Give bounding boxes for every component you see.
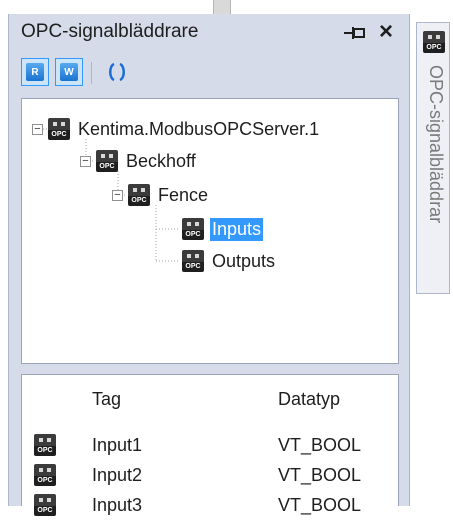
close-button[interactable]: ×: [373, 19, 399, 45]
opc-tag-icon: OPC: [34, 464, 56, 486]
read-button[interactable]: R: [21, 58, 49, 86]
toolbar: R W: [9, 52, 409, 96]
refresh-icon: [109, 62, 125, 82]
tree-node-outputs[interactable]: OPC Outputs: [182, 247, 277, 275]
tree-view[interactable]: − OPC Kentima.ModbusOPCServer.1 − OPC Be…: [21, 98, 399, 364]
toolbar-separator: [91, 62, 92, 84]
tree-node-fence[interactable]: − OPC Fence: [112, 181, 210, 209]
cell-datatype: VT_BOOL: [278, 465, 362, 485]
column-header-datatype[interactable]: Datatyp: [278, 389, 340, 410]
title-bar: OPC-signalbläddrare ×: [9, 14, 409, 50]
tree-node-inputs[interactable]: OPC Inputs: [182, 215, 264, 243]
refresh-button[interactable]: [103, 58, 131, 86]
side-tab-label: OPC-signalbläddrar: [426, 65, 446, 224]
pin-icon: [344, 27, 365, 39]
signal-list[interactable]: Tag Datatyp OPC Input1 VT_BOOL OPC Input…: [21, 374, 399, 516]
tree-node-label-selected: Inputs: [210, 217, 264, 241]
write-button[interactable]: W: [55, 58, 83, 86]
collapse-icon[interactable]: −: [112, 189, 123, 201]
window-top-strip: [0, 0, 453, 14]
tree-node-label: Kentima.ModbusOPCServer.1: [78, 118, 320, 139]
collapse-icon[interactable]: −: [32, 123, 43, 135]
opc-tab-icon: OPC: [423, 31, 445, 53]
read-icon: R: [26, 63, 44, 81]
opc-tag-icon: OPC: [34, 494, 56, 516]
scroll-stub: [213, 0, 231, 14]
tree-node-label: Outputs: [212, 250, 276, 271]
cell-datatype: VT_BOOL: [278, 435, 362, 455]
tree-node-label: Beckhoff: [126, 150, 196, 171]
tree-node-server[interactable]: − OPC Kentima.ModbusOPCServer.1: [32, 115, 321, 143]
list-header: Tag Datatyp: [22, 385, 398, 415]
opc-tag-icon: OPC: [34, 434, 56, 456]
opc-browser-panel: OPC-signalbläddrare × R W − OPC Kentima.…: [8, 14, 410, 516]
collapse-icon[interactable]: −: [80, 155, 91, 167]
close-icon: ×: [378, 18, 393, 45]
list-row[interactable]: OPC Input2 VT_BOOL: [22, 461, 398, 490]
side-tab-opc-browser[interactable]: OPC OPC-signalbläddrar: [416, 22, 450, 294]
list-row[interactable]: OPC Input1 VT_BOOL: [22, 431, 398, 460]
panel-title: OPC-signalbläddrare: [21, 21, 199, 42]
opc-server-icon: OPC: [48, 118, 70, 140]
write-icon: W: [60, 63, 78, 81]
opc-group-icon: OPC: [128, 184, 150, 206]
cell-tag: Input1: [92, 435, 143, 455]
opc-device-icon: OPC: [96, 150, 118, 172]
pin-button[interactable]: [343, 23, 367, 43]
tree-node-beckhoff[interactable]: − OPC Beckhoff: [80, 147, 198, 175]
opc-group-icon: OPC: [182, 250, 204, 272]
cell-tag: Input2: [92, 465, 143, 485]
tree-node-label: Fence: [158, 184, 209, 205]
column-header-tag[interactable]: Tag: [92, 389, 121, 410]
opc-group-icon: OPC: [182, 218, 204, 240]
